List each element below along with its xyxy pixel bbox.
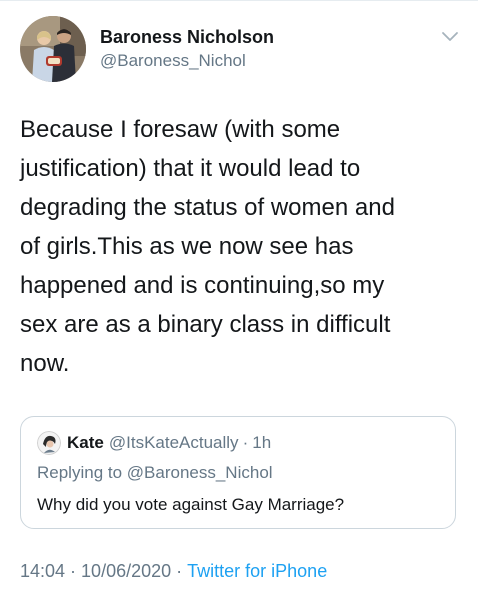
tweet-metadata: 14:04 · 10/06/2020 · Twitter for iPhone (20, 561, 327, 582)
tweet-date[interactable]: 10/06/2020 (81, 561, 171, 581)
replying-to-line: Replying to @Baroness_Nichol (37, 463, 273, 483)
quoted-tweet-header: Kate @ItsKateActually · 1h (37, 431, 271, 455)
top-divider (0, 0, 478, 1)
author-handle[interactable]: @Baroness_Nichol (100, 50, 274, 72)
tweet-body: Because I foresaw (with some justificati… (20, 116, 395, 377)
author-avatar[interactable] (20, 16, 86, 82)
quoted-tweet[interactable]: Kate @ItsKateActually · 1h Replying to @… (20, 416, 456, 529)
quoted-separator: · (242, 433, 249, 452)
replying-to-handle[interactable]: @Baroness_Nichol (127, 463, 273, 482)
chevron-down-icon[interactable] (440, 30, 460, 44)
quoted-display-name: Kate (67, 433, 104, 452)
quoted-author-avatar (37, 431, 61, 455)
quoted-timestamp: 1h (252, 433, 272, 452)
meta-separator: · (176, 561, 183, 581)
tweet-header: Baroness Nicholson @Baroness_Nichol (20, 16, 460, 86)
author-names: Baroness Nicholson @Baroness_Nichol (100, 26, 274, 72)
tweet-time[interactable]: 14:04 (20, 561, 65, 581)
meta-separator: · (70, 561, 77, 581)
tweet-source-link[interactable]: Twitter for iPhone (187, 561, 327, 581)
author-display-name[interactable]: Baroness Nicholson (100, 26, 274, 48)
quoted-tweet-text: Why did you vote against Gay Marriage? (37, 495, 345, 514)
replying-to-prefix: Replying to (37, 463, 127, 482)
quoted-handle: @ItsKateActually (108, 433, 239, 452)
